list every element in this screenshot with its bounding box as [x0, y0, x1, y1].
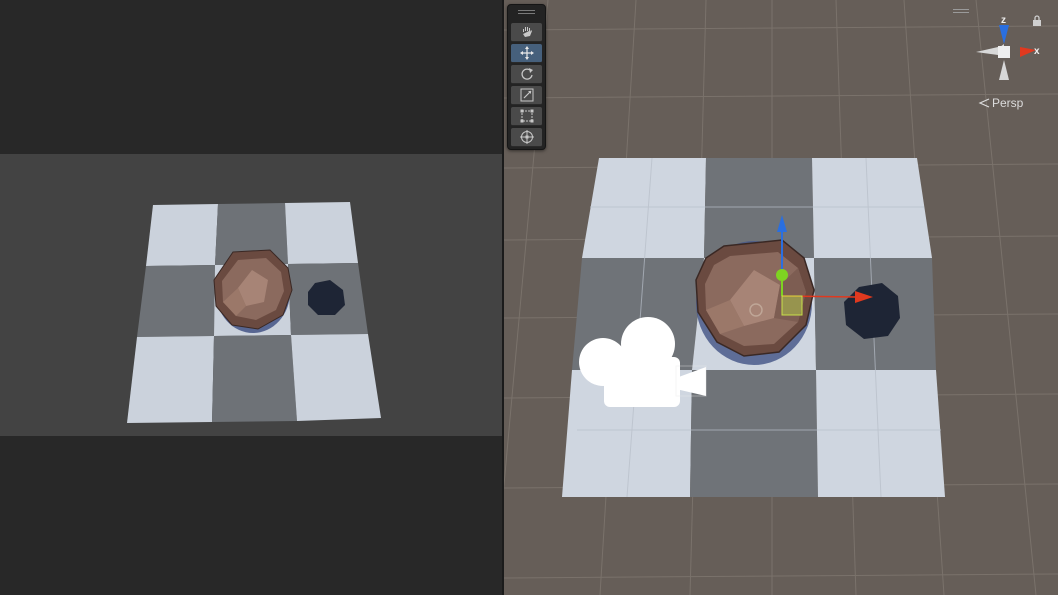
rotate-icon — [520, 68, 533, 80]
gizmo-z-label: z — [1001, 15, 1006, 26]
floor-tile — [212, 335, 297, 422]
floor-tile — [285, 202, 358, 264]
move-icon — [519, 46, 534, 60]
gizmo-x-label: x — [1034, 46, 1040, 57]
scene-options-menu[interactable] — [953, 9, 969, 15]
scene-tools-toolbar — [507, 4, 546, 150]
transform-tool-button[interactable] — [511, 128, 542, 147]
projection-label: Persp — [992, 96, 1024, 110]
floor-tile — [137, 265, 215, 337]
orientation-gizmo[interactable]: z x — [968, 14, 1052, 94]
gizmo-z-cone[interactable] — [999, 25, 1009, 44]
floor-tile — [146, 204, 218, 266]
floor-tile — [127, 336, 214, 423]
move-tool-button[interactable] — [511, 44, 542, 63]
game-view — [0, 0, 502, 595]
hand-icon — [522, 27, 532, 37]
gizmo-center-cube[interactable] — [998, 46, 1010, 58]
game-view-render — [0, 154, 502, 436]
scale-tool-button[interactable] — [511, 86, 542, 105]
floor-tile — [291, 334, 381, 421]
rect-tool-button[interactable] — [511, 107, 542, 126]
projection-toggle[interactable]: Persp — [978, 96, 1023, 110]
scale-icon — [520, 88, 533, 102]
gizmo-y-cone[interactable] — [999, 60, 1009, 80]
perspective-icon — [978, 98, 990, 108]
gizmo-plane-handle[interactable] — [781, 295, 803, 316]
gizmo-neg-x-cone-tail[interactable] — [976, 47, 998, 55]
rect-transform-icon — [520, 109, 533, 123]
transform-icon — [519, 130, 534, 144]
rotate-tool-button[interactable] — [511, 65, 542, 84]
hand-tool-button[interactable] — [511, 23, 542, 42]
toolbar-drag-handle[interactable] — [518, 10, 535, 16]
gizmo-y-handle[interactable] — [776, 269, 788, 281]
